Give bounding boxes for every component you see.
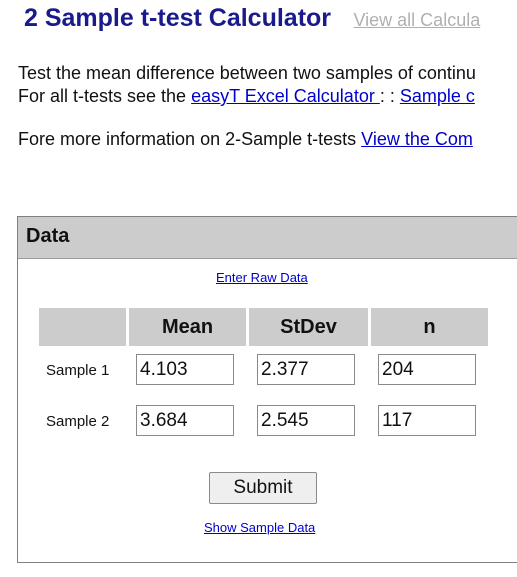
sample-2-mean-input[interactable]	[136, 405, 234, 436]
submit-button[interactable]: Submit	[209, 472, 317, 504]
enter-raw-data-link[interactable]: Enter Raw Data	[216, 270, 308, 285]
column-header-blank	[39, 308, 126, 346]
sample-link[interactable]: Sample c	[400, 86, 475, 106]
sample-1-stdev-input[interactable]	[257, 354, 355, 385]
page: 2 Sample t-test Calculator View all Calc…	[0, 0, 517, 577]
intro-separator: : :	[379, 86, 400, 106]
header: 2 Sample t-test Calculator View all Calc…	[24, 4, 480, 33]
show-sample-data-link[interactable]: Show Sample Data	[204, 520, 315, 535]
view-all-calculators-link[interactable]: View all Calcula	[353, 10, 480, 31]
sample-1-mean-input[interactable]	[136, 354, 234, 385]
more-info-prefix: Fore more information on 2-Sample t-test…	[18, 129, 362, 149]
view-the-comparison-link[interactable]: View the Com	[361, 129, 473, 149]
sample-2-stdev-input[interactable]	[257, 405, 355, 436]
more-info-text: Fore more information on 2-Sample t-test…	[18, 128, 473, 151]
sample-2-n-input[interactable]	[378, 405, 476, 436]
intro-line-2: For all t-tests see the easyT Excel Calc…	[18, 85, 476, 108]
intro-text: Test the mean difference between two sam…	[18, 62, 476, 108]
easyt-excel-calculator-link[interactable]: easyT Excel Calculator	[191, 86, 380, 106]
column-header-stdev: StDev	[249, 308, 368, 346]
column-header-mean: Mean	[129, 308, 246, 346]
data-panel: Data Enter Raw Data Mean StDev n Sample …	[17, 216, 517, 563]
panel-title: Data	[18, 217, 517, 259]
sample-1-n-input[interactable]	[378, 354, 476, 385]
intro-line-2-prefix: For all t-tests see the	[18, 86, 192, 106]
intro-line-1: Test the mean difference between two sam…	[18, 63, 476, 83]
page-title: 2 Sample t-test Calculator	[24, 4, 332, 32]
row-label-sample-2: Sample 2	[46, 413, 110, 430]
row-label-sample-1: Sample 1	[46, 362, 110, 379]
column-header-n: n	[371, 308, 488, 346]
